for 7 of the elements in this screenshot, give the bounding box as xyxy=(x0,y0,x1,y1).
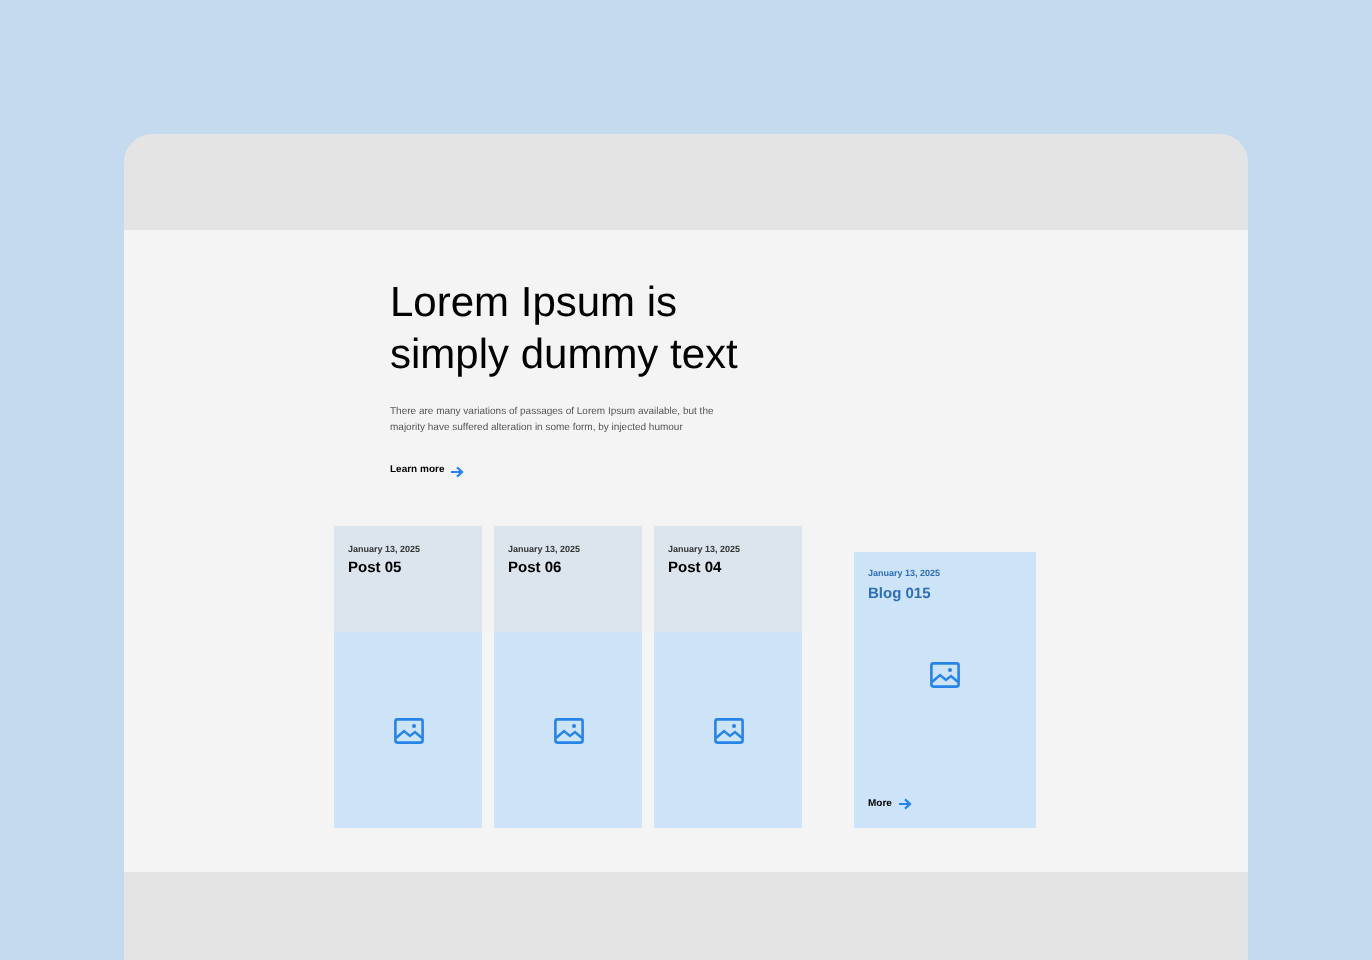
image-icon xyxy=(553,717,583,743)
arrow-icon xyxy=(897,798,912,811)
image-icon xyxy=(930,662,960,688)
image-icon xyxy=(713,717,743,743)
arrow-icon xyxy=(450,465,465,478)
hero-heading: Lorem Ipsum is simply dummy text xyxy=(390,278,740,382)
image-icon xyxy=(393,717,423,743)
